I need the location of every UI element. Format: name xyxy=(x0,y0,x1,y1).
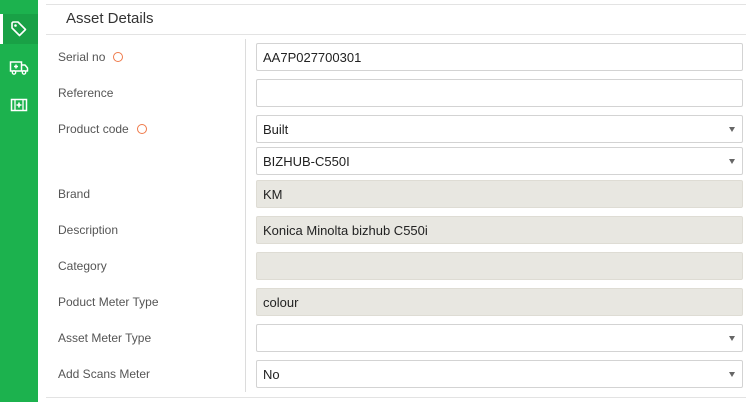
serial-no-input[interactable]: AA7P027700301 xyxy=(256,43,743,71)
column-divider xyxy=(245,39,246,392)
tag-icon xyxy=(10,20,28,38)
reference-label: Reference xyxy=(58,86,114,100)
chevron-down-icon xyxy=(729,372,735,377)
serial-no-label: Serial no xyxy=(58,49,124,65)
chevron-down-icon xyxy=(729,159,735,164)
reference-input[interactable] xyxy=(256,79,743,107)
panel-title: Asset Details xyxy=(66,10,154,27)
description-label: Description xyxy=(58,223,119,237)
product-code-select[interactable]: Built xyxy=(256,115,743,143)
panel-bottom-border xyxy=(46,397,746,398)
sidebar xyxy=(0,0,38,402)
add-scans-meter-select[interactable]: No xyxy=(256,360,743,388)
ambulance-icon xyxy=(9,60,29,76)
required-indicator-icon xyxy=(113,52,124,62)
product-meter-type-label: Poduct Meter Type xyxy=(58,295,159,309)
asset-meter-type-select[interactable] xyxy=(256,324,743,352)
product-code-label: Product code xyxy=(58,121,147,137)
category-label: Category xyxy=(58,259,107,273)
brand-label: Brand xyxy=(58,187,91,201)
panel-header: Asset Details xyxy=(46,5,746,35)
chevron-down-icon xyxy=(729,127,735,132)
sidebar-item-asset-details[interactable] xyxy=(0,14,38,44)
brand-field: KM xyxy=(256,180,743,208)
add-scans-meter-label: Add Scans Meter xyxy=(58,367,151,381)
description-field: Konica Minolta bizhub C550i xyxy=(256,216,743,244)
model-select[interactable]: BIZHUB-C550I xyxy=(256,147,743,175)
asset-meter-type-label: Asset Meter Type xyxy=(58,331,152,345)
medical-kit-icon xyxy=(10,97,28,113)
sidebar-item-service[interactable] xyxy=(0,53,38,83)
chevron-down-icon xyxy=(729,336,735,341)
required-indicator-icon xyxy=(136,124,147,134)
category-field xyxy=(256,252,743,280)
product-meter-type-field: colour xyxy=(256,288,743,316)
sidebar-item-medical[interactable] xyxy=(0,90,38,120)
